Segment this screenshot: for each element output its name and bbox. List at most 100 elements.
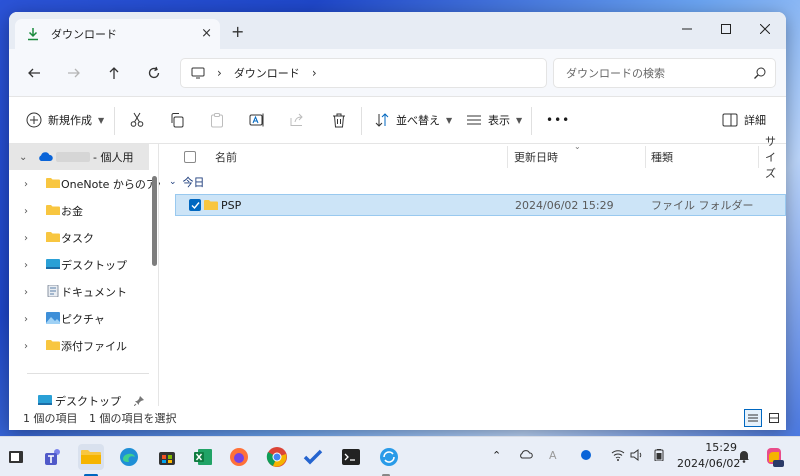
volume-icon[interactable] bbox=[630, 449, 644, 464]
sidebar-item-onedrive[interactable]: ⌄ - 個人用 bbox=[9, 144, 149, 170]
chrome-icon[interactable] bbox=[264, 444, 290, 470]
battery-icon[interactable] bbox=[652, 449, 666, 464]
firefox-icon[interactable] bbox=[226, 444, 252, 470]
more-options-button[interactable]: ••• bbox=[546, 109, 570, 131]
search-input[interactable]: ダウンロードの検索 bbox=[553, 58, 776, 88]
todo-icon[interactable] bbox=[300, 444, 326, 470]
sidebar-account-label: - 個人用 bbox=[93, 151, 134, 164]
tab-close-icon[interactable]: × bbox=[201, 26, 212, 42]
edge-icon[interactable] bbox=[116, 444, 142, 470]
new-tab-button[interactable]: + bbox=[231, 22, 244, 42]
select-all-checkbox[interactable] bbox=[184, 144, 196, 170]
paste-button[interactable] bbox=[209, 109, 225, 131]
sidebar-item-attachments[interactable]: › 添付ファイル bbox=[9, 333, 149, 359]
sidebar-item-pictures[interactable]: › ピクチャ bbox=[9, 306, 149, 332]
details-view-icon bbox=[748, 414, 758, 422]
details-view-button[interactable] bbox=[744, 409, 762, 427]
terminal-icon[interactable] bbox=[338, 444, 364, 470]
minimize-button[interactable] bbox=[672, 18, 702, 40]
column-divider[interactable] bbox=[758, 146, 759, 168]
download-icon bbox=[25, 26, 41, 42]
details-pane-button[interactable]: 詳細 bbox=[722, 109, 766, 131]
row-checkbox[interactable] bbox=[189, 199, 201, 211]
sidebar-item-label: ドキュメント bbox=[61, 286, 127, 299]
refresh-button[interactable] bbox=[142, 61, 166, 85]
chevron-down-icon[interactable]: ⌄ bbox=[19, 152, 27, 163]
column-header-modified[interactable]: 更新日時 bbox=[514, 144, 558, 170]
column-header-type[interactable]: 種類 bbox=[651, 144, 673, 170]
back-button[interactable] bbox=[22, 61, 46, 85]
sidebar-item-desktop[interactable]: › デスクトップ bbox=[9, 252, 149, 278]
sidebar-scrollbar[interactable] bbox=[152, 176, 157, 266]
chevron-down-icon: ▼ bbox=[446, 115, 453, 125]
sidebar-item-onenote[interactable]: › OneNote からのアップ bbox=[9, 171, 179, 197]
sidebar-item-tasks[interactable]: › タスク bbox=[9, 225, 149, 251]
group-label: 今日 bbox=[182, 176, 205, 189]
copy-button[interactable] bbox=[169, 109, 185, 131]
desktop-folder-icon bbox=[38, 395, 52, 405]
copilot-icon[interactable] bbox=[761, 444, 787, 470]
table-row[interactable]: PSP 2024/06/02 15:29 ファイル フォルダー bbox=[175, 194, 786, 216]
view-button-label: 表示 bbox=[488, 114, 510, 127]
folder-icon bbox=[204, 200, 218, 210]
arrow-left-icon bbox=[28, 68, 40, 78]
onedrive-blue-tray-icon[interactable] bbox=[578, 449, 594, 464]
tab-downloads[interactable]: ダウンロード × bbox=[15, 19, 220, 49]
details-pane-icon bbox=[722, 113, 738, 127]
start-button[interactable] bbox=[3, 444, 29, 470]
cloud-icon bbox=[37, 151, 53, 165]
search-icon bbox=[754, 67, 766, 79]
excel-icon[interactable] bbox=[190, 444, 216, 470]
sidebar-item-label: ピクチャ bbox=[61, 313, 105, 326]
tiles-view-button[interactable] bbox=[765, 409, 783, 427]
column-header-size[interactable]: サイズ bbox=[765, 135, 786, 180]
onedrive-tray-icon[interactable] bbox=[519, 449, 533, 462]
taskbar-clock[interactable]: 15:29 2024/06/02 bbox=[677, 440, 740, 472]
file-explorer-taskbar-icon[interactable] bbox=[78, 444, 104, 470]
tray-overflow-chevron-icon[interactable]: ⌃ bbox=[492, 449, 501, 462]
command-bar: 新規作成 ▼ 並べ替え ▼ 表示 ▼ ••• 詳細 bbox=[9, 97, 786, 144]
sidebar-item-documents[interactable]: › ドキュメント bbox=[9, 279, 149, 305]
breadcrumb-downloads[interactable]: ダウンロード bbox=[234, 65, 300, 81]
delete-button[interactable] bbox=[331, 109, 347, 131]
chevron-right-icon[interactable]: › bbox=[24, 314, 28, 325]
title-bar: ダウンロード × + bbox=[9, 12, 786, 49]
folder-icon bbox=[46, 205, 60, 215]
group-header-today[interactable]: ⌄ 今日 bbox=[169, 174, 205, 190]
breadcrumb-chevron-icon[interactable]: › bbox=[217, 66, 222, 80]
maximize-button[interactable] bbox=[711, 18, 741, 40]
forward-button[interactable] bbox=[62, 61, 86, 85]
chevron-right-icon[interactable]: › bbox=[24, 341, 28, 352]
chevron-right-icon[interactable]: › bbox=[24, 206, 28, 217]
up-button[interactable] bbox=[102, 61, 126, 85]
address-bar[interactable]: › ダウンロード › bbox=[180, 58, 547, 88]
column-divider[interactable] bbox=[645, 146, 646, 168]
teams-icon[interactable] bbox=[40, 444, 66, 470]
pin-icon[interactable] bbox=[134, 396, 144, 406]
sort-button[interactable]: 並べ替え ▼ bbox=[374, 109, 452, 131]
view-button[interactable]: 表示 ▼ bbox=[466, 109, 522, 131]
notification-bell-icon[interactable] bbox=[738, 449, 750, 466]
sync-app-icon[interactable] bbox=[376, 444, 402, 470]
chevron-right-icon[interactable]: › bbox=[24, 287, 28, 298]
cut-button[interactable] bbox=[129, 109, 145, 131]
breadcrumb-chevron-icon[interactable]: › bbox=[312, 66, 317, 80]
share-button[interactable] bbox=[289, 109, 305, 131]
close-button[interactable] bbox=[750, 18, 780, 40]
tab-title: ダウンロード bbox=[51, 28, 117, 41]
chevron-right-icon[interactable]: › bbox=[24, 179, 28, 190]
wifi-icon[interactable] bbox=[611, 449, 625, 464]
chevron-right-icon[interactable]: › bbox=[24, 233, 28, 244]
chevron-right-icon[interactable]: › bbox=[24, 260, 28, 271]
share-icon bbox=[290, 113, 303, 126]
ime-icon[interactable]: A bbox=[549, 449, 557, 462]
new-button[interactable]: 新規作成 ▼ bbox=[26, 109, 104, 131]
sidebar-item-okane[interactable]: › お金 bbox=[9, 198, 149, 224]
store-icon[interactable] bbox=[154, 444, 180, 470]
navigation-bar: › ダウンロード › ダウンロードの検索 bbox=[9, 49, 786, 97]
column-divider[interactable] bbox=[507, 146, 508, 168]
folder-icon bbox=[46, 232, 60, 242]
column-header-name[interactable]: 名前 bbox=[215, 144, 237, 170]
sort-chevron-icon: ⌄ bbox=[574, 142, 581, 151]
rename-button[interactable] bbox=[249, 109, 265, 131]
